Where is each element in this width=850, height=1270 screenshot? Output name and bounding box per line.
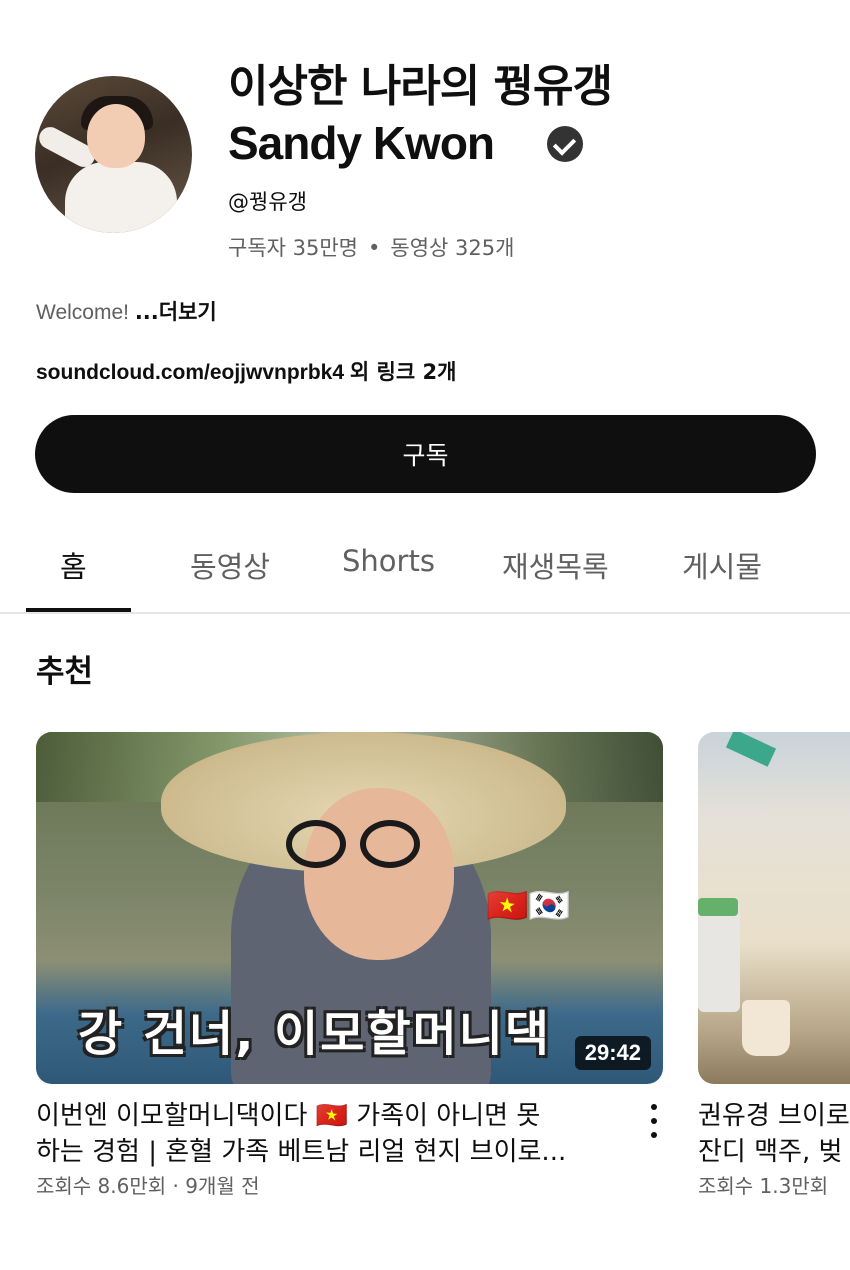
extra-links[interactable]: 외 링크 2개 [350,360,457,384]
more-vert-icon[interactable] [648,1104,660,1138]
tab-shorts[interactable]: Shorts [342,544,435,578]
video-title-next[interactable]: 권유경 브이로 잔디 맥주, 벚 [698,1098,850,1170]
video-title[interactable]: 이번엔 이모할머니댁이다 🇻🇳 가족이 아니면 못 하는 경험 | 혼혈 가족 … [36,1098,621,1170]
thumbnail-lid [698,898,738,916]
subscriber-count: 구독자 35만명 [228,236,358,260]
channel-handle: @꿩유갱 [228,190,307,214]
video-title-line2: 하는 경험 | 혼혈 가족 베트남 리얼 현지 브이로... [36,1137,567,1167]
channel-name-english: Sandy Kwon [228,117,495,169]
thumbnail-jar [698,902,740,1012]
tab-posts[interactable]: 게시물 [682,544,762,586]
section-title: 추천 [36,654,94,690]
channel-avatar[interactable] [35,76,192,233]
video-meta: 조회수 8.6만회 · 9개월 전 [36,1174,260,1198]
tab-home[interactable]: 홈 [60,544,87,586]
channel-link[interactable]: soundcloud.com/eojjwvnprbk4 [36,361,344,384]
thumbnail-cup [742,1000,790,1056]
channel-tabs: 홈 동영상 Shorts 재생목록 게시물 [0,530,850,614]
video-count: 동영상 325개 [390,236,515,260]
more-link[interactable]: ...더보기 [135,300,217,324]
verified-check-icon [547,126,583,162]
thumbnail-flags: 🇻🇳🇰🇷 [486,886,571,926]
thumbnail-face [304,788,454,960]
video-meta-next: 조회수 1.3만회 [698,1174,829,1198]
video-thumbnail[interactable]: 🇻🇳🇰🇷 강 건너, 이모할머니댁 29:42 [36,732,663,1084]
tab-videos[interactable]: 동영상 [190,544,270,586]
thumbnail-tape [725,732,777,767]
active-tab-indicator [26,608,131,612]
thumbnail-caption: 강 건너, 이모할머니댁 [78,1006,552,1062]
video-duration: 29:42 [574,1036,651,1070]
video-thumbnail-next[interactable] [698,732,850,1084]
subscribe-button[interactable]: 구독 [35,415,816,493]
avatar-body [65,162,177,233]
video-title-next-line1: 권유경 브이로 [698,1101,850,1131]
thumbnail-glasses [286,820,426,868]
channel-description[interactable]: Welcome! ...더보기 [36,296,217,326]
video-title-next-line2: 잔디 맥주, 벚 [698,1137,843,1167]
tab-playlists[interactable]: 재생목록 [502,544,609,586]
channel-stats: 구독자 35만명 • 동영상 325개 [228,232,514,262]
channel-name-korean: 이상한 나라의 꿩유갱 [228,61,613,112]
description-text: Welcome! [36,301,129,324]
video-title-line1: 이번엔 이모할머니댁이다 🇻🇳 가족이 아니면 못 [36,1101,541,1131]
channel-links[interactable]: soundcloud.com/eojjwvnprbk4 외 링크 2개 [36,356,456,386]
stats-separator: • [368,236,381,260]
avatar-face [87,104,145,168]
